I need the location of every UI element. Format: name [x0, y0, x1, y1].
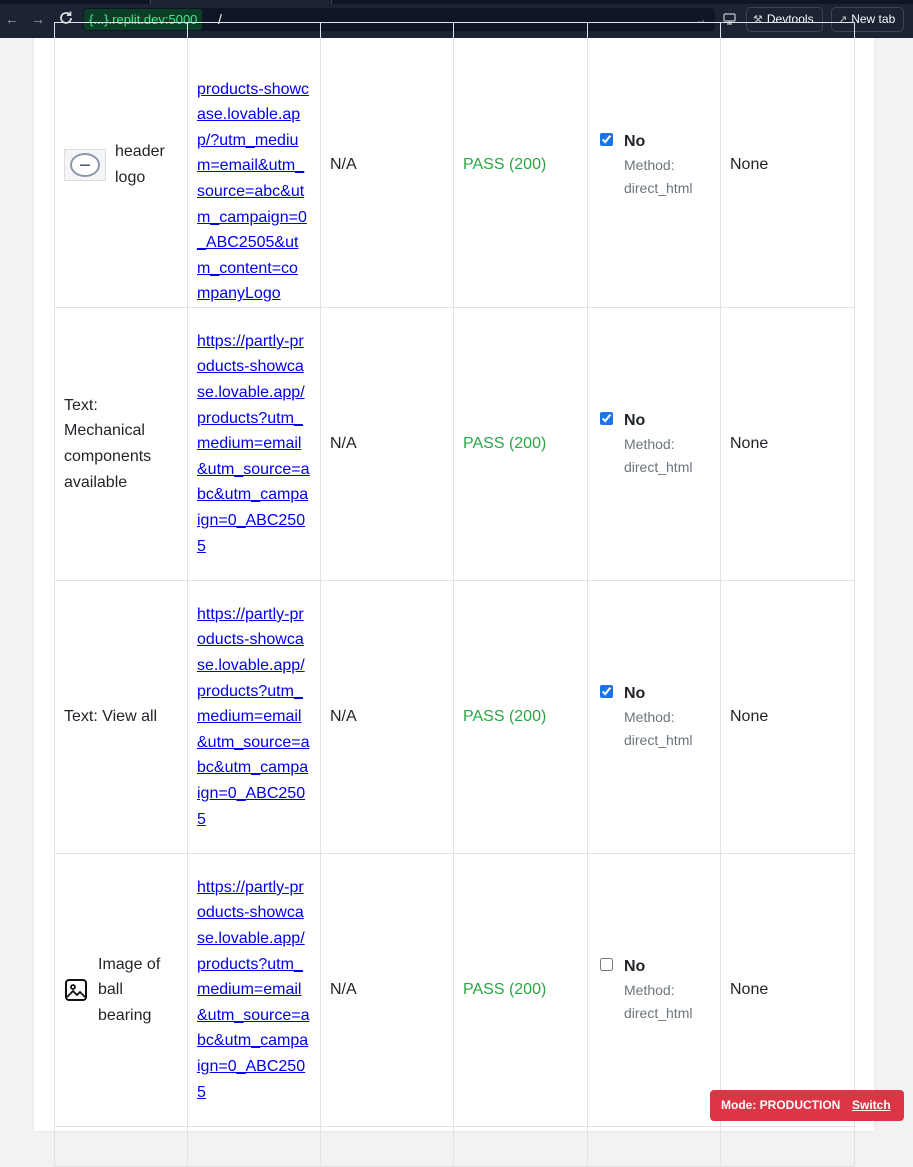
- na-cell: N/A: [320, 853, 454, 1127]
- tracking-status: No: [624, 133, 646, 150]
- status-cell: PASS (200): [453, 853, 588, 1127]
- na-cell: [320, 1126, 454, 1167]
- table-row: Text: Mechanical components available ht…: [54, 307, 855, 581]
- url-cell: https://partly-products-showcase.lovable…: [187, 853, 321, 1127]
- element-label: Image of ball bearing: [98, 955, 161, 1024]
- new-tab-label: New tab: [851, 12, 896, 26]
- issues-cell: None: [720, 22, 855, 308]
- active-tab[interactable]: [150, 0, 332, 4]
- status-cell: PASS (200): [453, 580, 588, 854]
- url-cell: products-showcase.lovable.app/?utm_mediu…: [187, 22, 321, 308]
- na-cell: N/A: [320, 307, 454, 581]
- tracking-cell: No Method: direct_html: [587, 307, 721, 581]
- switch-mode-link[interactable]: Switch: [852, 1090, 891, 1121]
- tracking-method: Method: direct_html: [624, 982, 693, 1021]
- issues-cell: [720, 1126, 855, 1167]
- back-icon[interactable]: ←: [3, 10, 21, 28]
- tracking-cell: No Method: direct_html: [587, 580, 721, 854]
- table-row: Text: View all https://partly-products-s…: [54, 580, 855, 854]
- tracking-checkbox[interactable]: [600, 685, 613, 698]
- tracking-method: Method: direct_html: [624, 709, 693, 748]
- image-icon: [65, 979, 87, 1001]
- tracking-status: No: [624, 685, 646, 702]
- status-cell: PASS (200): [453, 22, 588, 308]
- status-cell: PASS (200): [453, 307, 588, 581]
- status-cell: [453, 1126, 588, 1167]
- issues-cell: None: [720, 853, 855, 1127]
- table-row: Image of ball bearing https://partly-pro…: [54, 853, 855, 1127]
- link-url[interactable]: products-showcase.lovable.app/?utm_mediu…: [197, 77, 311, 307]
- link-url[interactable]: https://partly-products-showcase.lovable…: [197, 875, 311, 1105]
- url-cell: https://partly-products-showcase.lovable…: [187, 580, 321, 854]
- url-cell: https://partly-products-showcase.lovable…: [187, 307, 321, 581]
- tracking-cell: No Method: direct_html: [587, 22, 721, 308]
- element-cell: [54, 1126, 188, 1167]
- element-label: header logo: [115, 143, 165, 186]
- na-cell: N/A: [320, 580, 454, 854]
- results-card: ▬▬ header logo products-showcase.lovable…: [34, 22, 874, 1167]
- tab-strip: [0, 0, 913, 4]
- link-url[interactable]: https://partly-products-showcase.lovable…: [197, 602, 311, 832]
- tracking-method: Method: direct_html: [624, 157, 693, 196]
- url-cell: [187, 1126, 321, 1167]
- logo-thumbnail: ▬▬: [64, 149, 106, 181]
- mode-badge: Mode: PRODUCTION Switch: [710, 1090, 904, 1121]
- table-row: ▬▬ header logo products-showcase.lovable…: [54, 22, 855, 308]
- tracking-checkbox[interactable]: [600, 133, 613, 146]
- element-cell: ▬▬ header logo: [54, 22, 188, 308]
- tracking-status: No: [624, 412, 646, 429]
- tracking-method: Method: direct_html: [624, 436, 693, 475]
- tracking-cell: [587, 1126, 721, 1167]
- tracking-cell: No Method: direct_html: [587, 853, 721, 1127]
- table-row: [54, 1126, 855, 1167]
- tracking-checkbox[interactable]: [600, 958, 613, 971]
- link-audit-table: ▬▬ header logo products-showcase.lovable…: [54, 22, 855, 1167]
- na-cell: N/A: [320, 22, 454, 308]
- tracking-checkbox[interactable]: [600, 412, 613, 425]
- mode-label: Mode: PRODUCTION: [721, 1098, 841, 1112]
- issues-cell: None: [720, 307, 855, 581]
- element-cell: Text: View all: [54, 580, 188, 854]
- element-cell: Text: Mechanical components available: [54, 307, 188, 581]
- forward-icon[interactable]: →: [29, 10, 47, 28]
- link-url[interactable]: https://partly-products-showcase.lovable…: [197, 329, 311, 559]
- tracking-status: No: [624, 958, 646, 975]
- element-cell: Image of ball bearing: [54, 853, 188, 1127]
- issues-cell: None: [720, 580, 855, 854]
